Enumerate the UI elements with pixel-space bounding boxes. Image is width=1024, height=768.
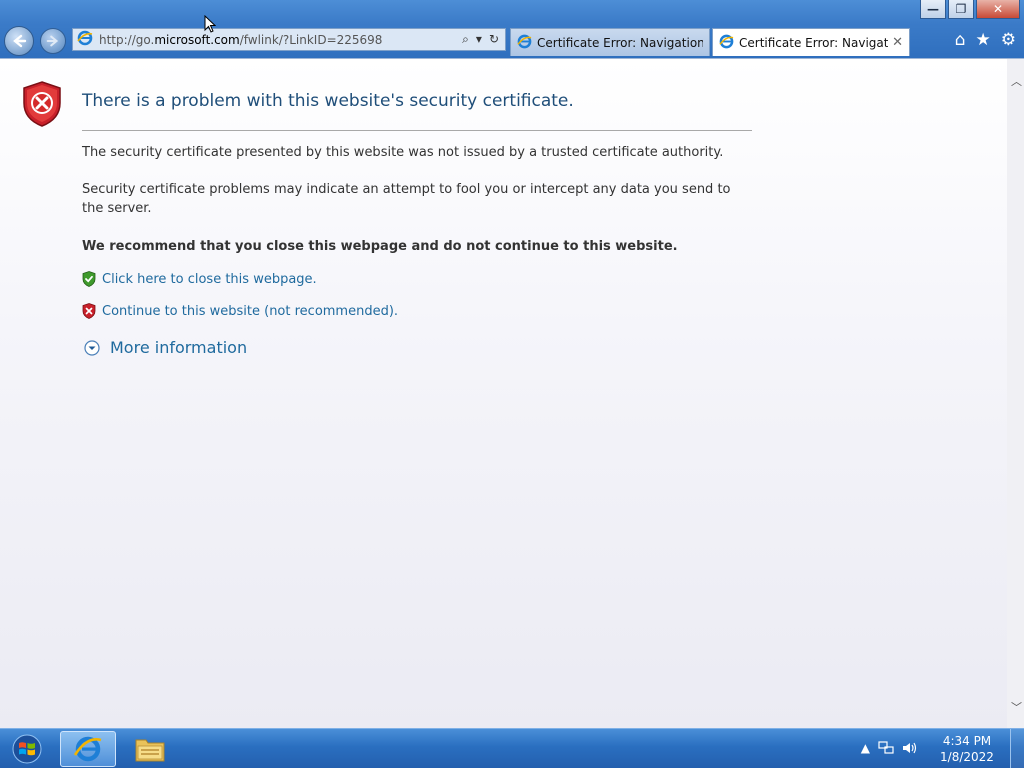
vertical-scrollbar[interactable]: ︿ ﹀ xyxy=(1007,59,1024,729)
continue-website-link[interactable]: Continue to this website (not recommende… xyxy=(102,304,398,319)
command-icons: ⌂ ★ ⚙ xyxy=(955,30,1016,50)
minimize-button[interactable]: — xyxy=(920,0,946,19)
show-desktop-button[interactable] xyxy=(1010,729,1024,768)
continue-website-link-row[interactable]: Continue to this website (not recommende… xyxy=(82,303,398,319)
forward-arrow-icon xyxy=(46,35,59,47)
system-tray: ▲ 4:34 PM 1/8/2022 xyxy=(861,729,1024,768)
scroll-down-icon[interactable]: ﹀ xyxy=(1011,699,1022,715)
tab-certificate-error-2[interactable]: Certificate Error: Navigation... ✕ xyxy=(712,28,910,56)
more-information-toggle[interactable]: More information xyxy=(84,338,247,357)
volume-icon[interactable] xyxy=(902,741,918,758)
ie-page-icon xyxy=(77,30,93,49)
page-title: There is a problem with this website's s… xyxy=(82,91,574,111)
forward-button[interactable] xyxy=(40,28,66,54)
clock[interactable]: 4:34 PM 1/8/2022 xyxy=(932,733,1002,765)
url-prefix: http://go. xyxy=(99,32,155,47)
favorites-star-icon[interactable]: ★ xyxy=(976,30,991,50)
error-shield-icon xyxy=(22,81,62,131)
tab-certificate-error-1[interactable]: Certificate Error: Navigation Bl... xyxy=(510,28,710,56)
url-text[interactable]: http://go.microsoft.com/fwlink/?LinkID=2… xyxy=(99,33,462,47)
close-webpage-link-row[interactable]: Click here to close this webpage. xyxy=(82,271,317,287)
folder-icon xyxy=(135,739,165,762)
back-button[interactable] xyxy=(4,26,34,56)
taskbar-file-explorer[interactable] xyxy=(122,731,178,767)
scroll-up-icon[interactable]: ︿ xyxy=(1011,73,1022,89)
tab-label: Certificate Error: Navigation... xyxy=(739,35,889,50)
green-shield-check-icon xyxy=(82,271,96,287)
tray-expand-icon[interactable]: ▲ xyxy=(861,741,870,758)
url-domain: microsoft.com xyxy=(154,32,240,47)
window-controls: — ❐ ✕ xyxy=(920,0,1020,19)
page-content: There is a problem with this website's s… xyxy=(0,58,1024,729)
url-path: /fwlink/?LinkID=225698 xyxy=(239,32,383,47)
clock-date: 1/8/2022 xyxy=(940,750,994,764)
browser-chrome: — ❐ ✕ http://go.microsoft.com/fwlink/?Li… xyxy=(0,0,1024,58)
address-bar[interactable]: http://go.microsoft.com/fwlink/?LinkID=2… xyxy=(72,28,506,51)
back-arrow-icon xyxy=(13,34,27,48)
tab-label: Certificate Error: Navigation Bl... xyxy=(537,35,703,50)
refresh-icon[interactable]: ↻ xyxy=(489,32,499,47)
more-information-label[interactable]: More information xyxy=(110,338,247,357)
taskbar: ▲ 4:34 PM 1/8/2022 xyxy=(0,728,1024,768)
windows-logo-icon xyxy=(12,734,42,764)
close-tab-icon[interactable]: ✕ xyxy=(892,35,903,50)
tools-gear-icon[interactable]: ⚙ xyxy=(1001,30,1016,50)
title-divider xyxy=(82,130,752,131)
cert-not-trusted-text: The security certificate presented by th… xyxy=(82,145,724,160)
close-webpage-link[interactable]: Click here to close this webpage. xyxy=(102,272,317,287)
restore-button[interactable]: ❐ xyxy=(948,0,974,19)
internet-explorer-icon xyxy=(73,736,102,762)
home-icon[interactable]: ⌂ xyxy=(955,30,966,50)
search-icon[interactable]: ⌕ xyxy=(462,32,469,47)
ie-tab-icon xyxy=(517,34,532,52)
taskbar-internet-explorer[interactable] xyxy=(60,731,116,767)
clock-time: 4:34 PM xyxy=(942,734,992,748)
expand-chevron-icon xyxy=(84,339,100,356)
start-button[interactable] xyxy=(6,732,48,766)
cert-warning-text: Security certificate problems may indica… xyxy=(82,182,731,216)
mouse-cursor xyxy=(204,14,217,37)
recommendation-text: We recommend that you close this webpage… xyxy=(82,239,678,254)
red-shield-x-icon xyxy=(82,303,96,319)
chevron-down-icon[interactable]: ▾ xyxy=(476,32,482,47)
close-window-button[interactable]: ✕ xyxy=(976,0,1020,19)
ie-tab-icon xyxy=(719,34,734,52)
network-icon[interactable] xyxy=(878,740,894,758)
